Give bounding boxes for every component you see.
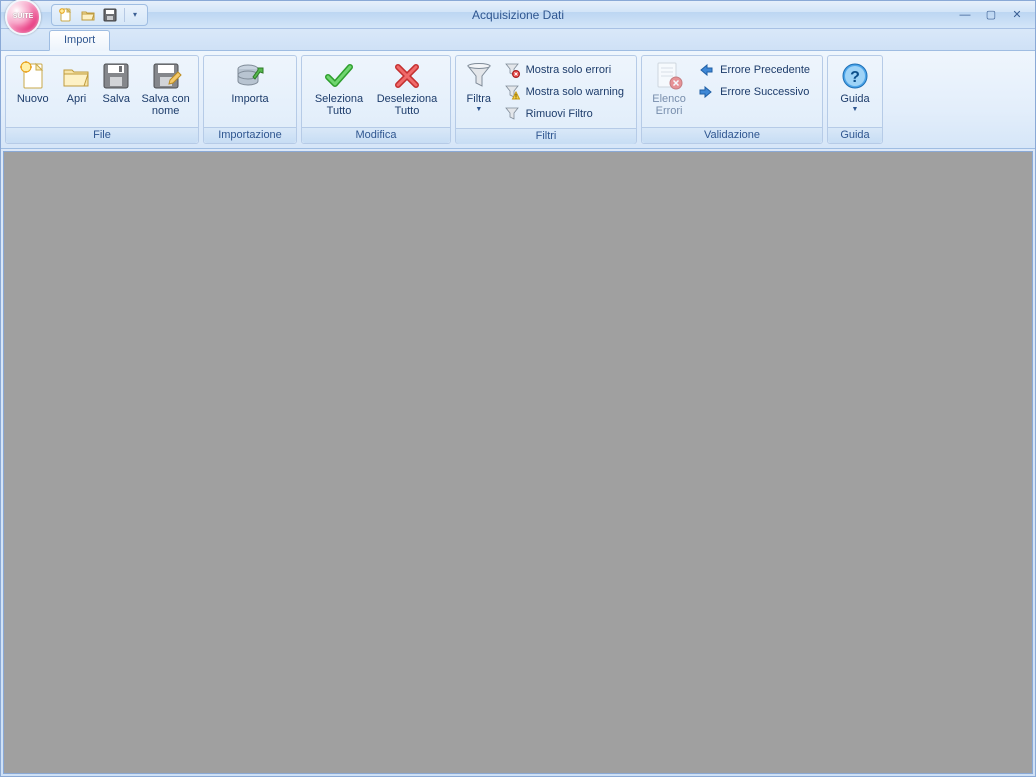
apri-button[interactable]: Apri — [57, 58, 95, 107]
qat-customize-dropdown[interactable]: ▾ — [131, 10, 139, 19]
errore-precedente-label: Errore Precedente — [720, 64, 810, 76]
mostra-solo-warning-button[interactable]: Mostra solo warning — [502, 82, 630, 102]
mostra-solo-errori-button[interactable]: Mostra solo errori — [502, 60, 630, 80]
nuovo-label: Nuovo — [17, 93, 49, 105]
filtra-dropdown-indicator: ▼ — [475, 106, 482, 113]
remove-filter-icon — [504, 106, 520, 122]
group-guida: ? Guida ▼ Guida — [827, 55, 883, 144]
group-modifica-title: Modifica — [302, 127, 450, 143]
apri-label: Apri — [67, 93, 87, 105]
rimuovi-filtro-button[interactable]: Rimuovi Filtro — [502, 104, 630, 124]
svg-text:?: ? — [850, 69, 860, 86]
guida-dropdown-indicator: ▼ — [852, 106, 859, 113]
group-validazione-title: Validazione — [642, 127, 822, 143]
quick-access-toolbar: ▾ — [51, 4, 148, 26]
window-controls: — ▢ ✕ — [957, 7, 1035, 23]
mostra-solo-errori-label: Mostra solo errori — [526, 64, 612, 76]
error-list-icon — [653, 60, 685, 92]
importa-button[interactable]: Importa — [208, 58, 292, 107]
qat-separator — [124, 8, 125, 22]
deseleziona-tutto-label: Deseleziona Tutto — [373, 93, 441, 117]
group-file: Nuovo Apri Salva — [5, 55, 199, 144]
title-bar: SUITE ▾ Acquisizione Dati — ▢ ✕ — [1, 1, 1035, 29]
funnel-warning-icon — [504, 84, 520, 100]
nuovo-button[interactable]: Nuovo — [10, 58, 55, 107]
minimize-button[interactable]: — — [957, 7, 973, 23]
salva-con-nome-button[interactable]: Salva con nome — [137, 58, 194, 119]
app-window: SUITE ▾ Acquisizione Dati — ▢ ✕ Import — [0, 0, 1036, 777]
group-importazione-title: Importazione — [204, 127, 296, 143]
seleziona-tutto-label: Seleziona Tutto — [311, 93, 367, 117]
salva-button[interactable]: Salva — [97, 58, 135, 107]
qat-new-file-icon[interactable] — [58, 7, 74, 23]
guida-button[interactable]: ? Guida ▼ — [832, 58, 878, 115]
orb-label: SUITE — [13, 13, 34, 20]
cross-icon — [391, 60, 423, 92]
qat-open-folder-icon[interactable] — [80, 7, 96, 23]
funnel-error-icon — [504, 62, 520, 78]
help-icon: ? — [839, 60, 871, 92]
save-icon — [100, 60, 132, 92]
group-filtri: Filtra ▼ Mostra solo errori Mostr — [455, 55, 637, 144]
group-modifica: Seleziona Tutto Deseleziona Tutto Modifi… — [301, 55, 451, 144]
group-guida-title: Guida — [828, 127, 882, 143]
application-menu-orb[interactable]: SUITE — [5, 0, 41, 35]
ribbon: Nuovo Apri Salva — [1, 51, 1035, 149]
arrow-right-icon — [698, 84, 714, 100]
filtra-button[interactable]: Filtra ▼ — [460, 58, 498, 115]
rimuovi-filtro-label: Rimuovi Filtro — [526, 108, 593, 120]
importa-label: Importa — [231, 93, 268, 105]
salva-label: Salva — [103, 93, 131, 105]
close-button[interactable]: ✕ — [1009, 7, 1025, 23]
window-title: Acquisizione Dati — [1, 8, 1035, 22]
open-folder-icon — [60, 60, 92, 92]
save-as-icon — [150, 60, 182, 92]
filtra-label: Filtra — [467, 93, 491, 105]
errore-successivo-button[interactable]: Errore Successivo — [696, 82, 816, 102]
check-icon — [323, 60, 355, 92]
new-file-icon — [17, 60, 49, 92]
elenco-errori-label: Elenco Errori — [648, 93, 690, 117]
guida-label: Guida — [840, 93, 869, 105]
group-filtri-title: Filtri — [456, 128, 636, 144]
qat-save-icon[interactable] — [102, 7, 118, 23]
import-db-icon — [234, 60, 266, 92]
seleziona-tutto-button[interactable]: Seleziona Tutto — [309, 58, 369, 119]
errore-precedente-button[interactable]: Errore Precedente — [696, 60, 816, 80]
errore-successivo-label: Errore Successivo — [720, 86, 809, 98]
group-importazione: Importa Importazione — [203, 55, 297, 144]
funnel-icon — [463, 60, 495, 92]
group-file-title: File — [6, 127, 198, 143]
deseleziona-tutto-button[interactable]: Deseleziona Tutto — [371, 58, 443, 119]
mostra-solo-warning-label: Mostra solo warning — [526, 86, 624, 98]
content-area — [3, 151, 1033, 774]
group-validazione: Elenco Errori Errore Precedente Errore S… — [641, 55, 823, 144]
salva-con-nome-label: Salva con nome — [139, 93, 192, 117]
arrow-left-icon — [698, 62, 714, 78]
tab-import[interactable]: Import — [49, 30, 110, 51]
elenco-errori-button: Elenco Errori — [646, 58, 692, 119]
maximize-button[interactable]: ▢ — [983, 7, 999, 23]
ribbon-tab-strip: Import — [1, 29, 1035, 51]
